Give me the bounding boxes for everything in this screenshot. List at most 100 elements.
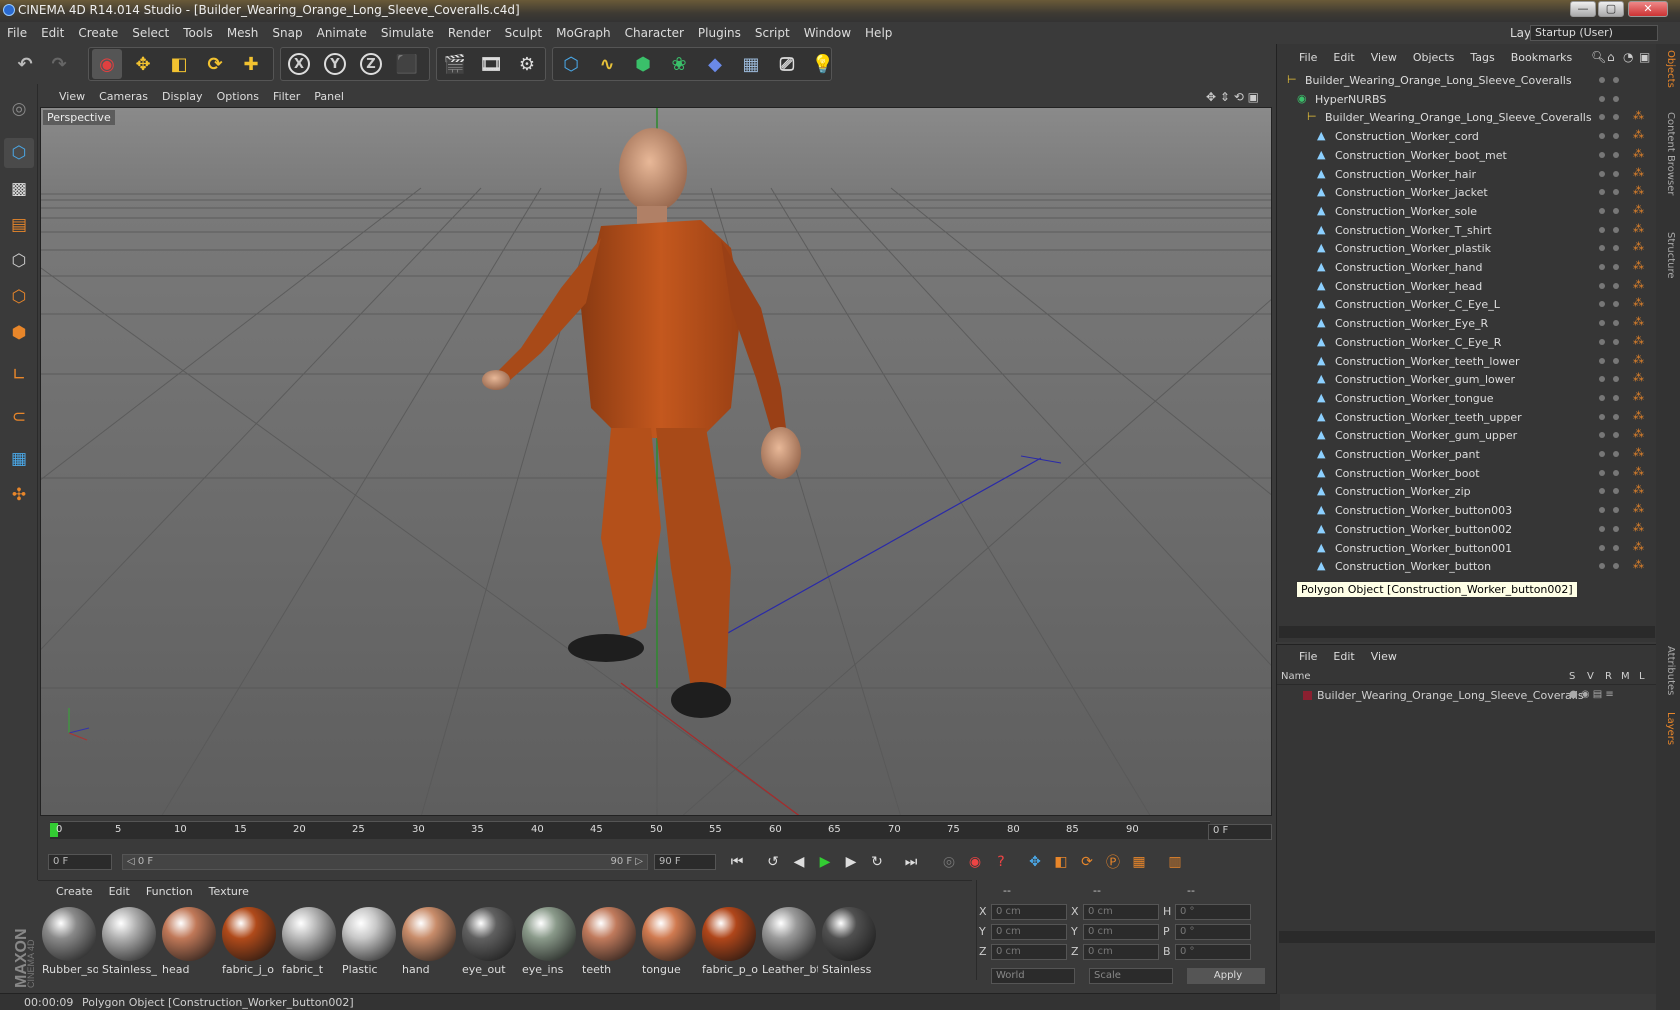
object-row-root[interactable]: ⊢ Builder_Wearing_Orange_Long_Sleeve_Cove… (1277, 70, 1589, 90)
material-swatch[interactable]: fabric_j_o (220, 905, 278, 981)
tab-structure[interactable]: Structure (1660, 232, 1676, 279)
editor-visibility-dot[interactable] (1599, 525, 1605, 532)
render-visibility-dot[interactable] (1613, 301, 1619, 308)
coord-value-field[interactable]: 0 cm (1083, 944, 1159, 960)
render-visibility-dot[interactable] (1613, 544, 1619, 551)
edges-mode-icon[interactable]: ⬡ (4, 282, 34, 312)
render-visibility-dot[interactable] (1613, 282, 1619, 289)
render-view-icon[interactable]: 🎬 (440, 49, 470, 79)
editor-visibility-dot[interactable] (1599, 207, 1605, 214)
object-flags[interactable]: ⁂ (1589, 238, 1655, 258)
camera-icon[interactable]: ⎚ (772, 49, 802, 79)
menu-simulate[interactable]: Simulate (374, 22, 441, 44)
material-tag-icon[interactable]: ⁂ (1633, 334, 1644, 347)
next-frame-icon[interactable]: ▶ (838, 850, 864, 874)
object-row-child[interactable]: ▲ Construction_Worker_plastik (1277, 238, 1589, 258)
object-flags[interactable]: ⁂ (1589, 388, 1655, 408)
x-axis-lock-icon[interactable]: X (284, 49, 314, 79)
object-row-child[interactable]: ▲ Construction_Worker_cord (1277, 126, 1589, 146)
material-tag-icon[interactable]: ⁂ (1633, 259, 1644, 272)
object-flags[interactable]: ⁂ (1589, 294, 1655, 314)
render-visibility-dot[interactable] (1613, 320, 1619, 327)
editor-visibility-dot[interactable] (1599, 95, 1605, 102)
menu-tools[interactable]: Tools (176, 22, 220, 44)
render-visibility-dot[interactable] (1613, 245, 1619, 252)
coordinate-system-icon[interactable]: ⬛ (392, 49, 422, 79)
floor-scene-icon[interactable]: ▦ (736, 49, 766, 79)
object-row-child[interactable]: ▲ Construction_Worker_gum_upper (1277, 425, 1589, 445)
autokey-icon[interactable]: ◉ (962, 850, 988, 874)
material-tag-icon[interactable]: ⁂ (1633, 427, 1644, 440)
object-row-child[interactable]: ▲ Construction_Worker_jacket (1277, 182, 1589, 202)
object-flags[interactable]: ⁂ (1589, 463, 1655, 483)
layer-col-visible[interactable]: V (1587, 671, 1594, 682)
object-flags[interactable]: ⁂ (1589, 500, 1655, 520)
render-visibility-dot[interactable] (1613, 413, 1619, 420)
magnet-snap-icon[interactable]: ⊂ (4, 402, 34, 432)
render-visibility-dot[interactable] (1613, 95, 1619, 102)
object-row-child[interactable]: ▲ Construction_Worker_C_Eye_R (1277, 332, 1589, 352)
object-flags[interactable]: ⁂ (1589, 313, 1655, 333)
current-frame-display[interactable]: 0 F (1208, 824, 1272, 840)
vp-menu-view[interactable]: View (52, 87, 92, 109)
material-tag-icon[interactable]: ⁂ (1633, 558, 1644, 571)
preview-range-slider[interactable]: ◁ 0 F 90 F ▷ (122, 854, 648, 870)
object-row-child[interactable]: ▲ Construction_Worker_T_shirt (1277, 220, 1589, 240)
next-key-icon[interactable]: ↻ (864, 850, 890, 874)
menu-mesh[interactable]: Mesh (220, 22, 266, 44)
material-swatch[interactable]: fabric_t (280, 905, 338, 981)
material-tag-icon[interactable]: ⁂ (1633, 296, 1644, 309)
menu-help[interactable]: Help (858, 22, 899, 44)
object-row-child[interactable]: ▲ Construction_Worker_head (1277, 276, 1589, 296)
render-visibility-dot[interactable] (1613, 226, 1619, 233)
cube-primitive-icon[interactable]: ⬡ (556, 49, 586, 79)
place-icon[interactable]: ✚ (236, 49, 266, 79)
coord-value-field[interactable]: 0 cm (991, 944, 1067, 960)
object-flags[interactable]: ⁂ (1589, 126, 1655, 146)
object-row-child[interactable]: ▲ Construction_Worker_teeth_upper (1277, 407, 1589, 427)
object-row-child[interactable]: ▲ Construction_Worker_Eye_R (1277, 313, 1589, 333)
object-flags[interactable]: ⁂ (1589, 351, 1655, 371)
tab-content-browser[interactable]: Content Browser (1660, 112, 1676, 195)
obj-menu-file[interactable]: File (1291, 48, 1325, 70)
spline-pen-icon[interactable]: ∿ (592, 49, 622, 79)
material-swatch[interactable]: fabric_p_o (700, 905, 758, 981)
material-swatch[interactable]: head (160, 905, 218, 981)
polygons-mode-icon[interactable]: ⬢ (4, 318, 34, 348)
goto-start-icon[interactable]: ⏮ (724, 850, 750, 874)
new-window-icon[interactable]: ▣ (1639, 50, 1650, 64)
scale-icon[interactable]: ◧ (164, 49, 194, 79)
material-swatch[interactable]: eye_ins (520, 905, 578, 981)
editor-visibility-dot[interactable] (1599, 245, 1605, 252)
material-tag-icon[interactable]: ⁂ (1633, 109, 1644, 122)
editor-visibility-dot[interactable] (1599, 563, 1605, 570)
material-tag-icon[interactable]: ⁂ (1633, 465, 1644, 478)
editor-visibility-dot[interactable] (1599, 394, 1605, 401)
obj-menu-tags[interactable]: Tags (1462, 48, 1502, 70)
model-mode-icon[interactable]: ⬡ (4, 138, 34, 168)
material-swatch[interactable]: Rubber_so (40, 905, 98, 981)
coord-value-field[interactable]: 0 ° (1175, 924, 1251, 940)
material-tag-icon[interactable]: ⁂ (1633, 502, 1644, 515)
layer-menu-view[interactable]: View (1363, 647, 1405, 669)
material-tag-icon[interactable]: ⁂ (1633, 521, 1644, 534)
menu-render[interactable]: Render (441, 22, 498, 44)
render-visibility-dot[interactable] (1613, 264, 1619, 270)
editor-visibility-dot[interactable] (1599, 77, 1605, 83)
object-flags[interactable]: ⁂ (1589, 519, 1655, 539)
object-row-child[interactable]: ▲ Construction_Worker_C_Eye_L (1277, 294, 1589, 314)
material-swatch[interactable]: Stainless (820, 905, 878, 981)
object-row-group[interactable]: ⊢ Builder_Wearing_Orange_Long_Sleeve_Cove… (1277, 107, 1592, 127)
record-active-icon[interactable]: ◎ (936, 850, 962, 874)
layer-col-solo[interactable]: S (1569, 671, 1575, 682)
vp-menu-panel[interactable]: Panel (307, 87, 351, 109)
key-scale-icon[interactable]: ◧ (1048, 850, 1074, 874)
render-visibility-dot[interactable] (1613, 338, 1619, 345)
current-frame-field[interactable]: 0 F (48, 854, 112, 870)
menu-select[interactable]: Select (125, 22, 176, 44)
keyframe-selection-icon[interactable]: ? (988, 850, 1014, 874)
object-flags[interactable]: ⁂ (1589, 425, 1655, 445)
object-flags[interactable]: ⁂ (1589, 201, 1655, 221)
render-visibility-dot[interactable] (1613, 207, 1619, 214)
object-row-child[interactable]: ▲ Construction_Worker_pant (1277, 444, 1589, 464)
